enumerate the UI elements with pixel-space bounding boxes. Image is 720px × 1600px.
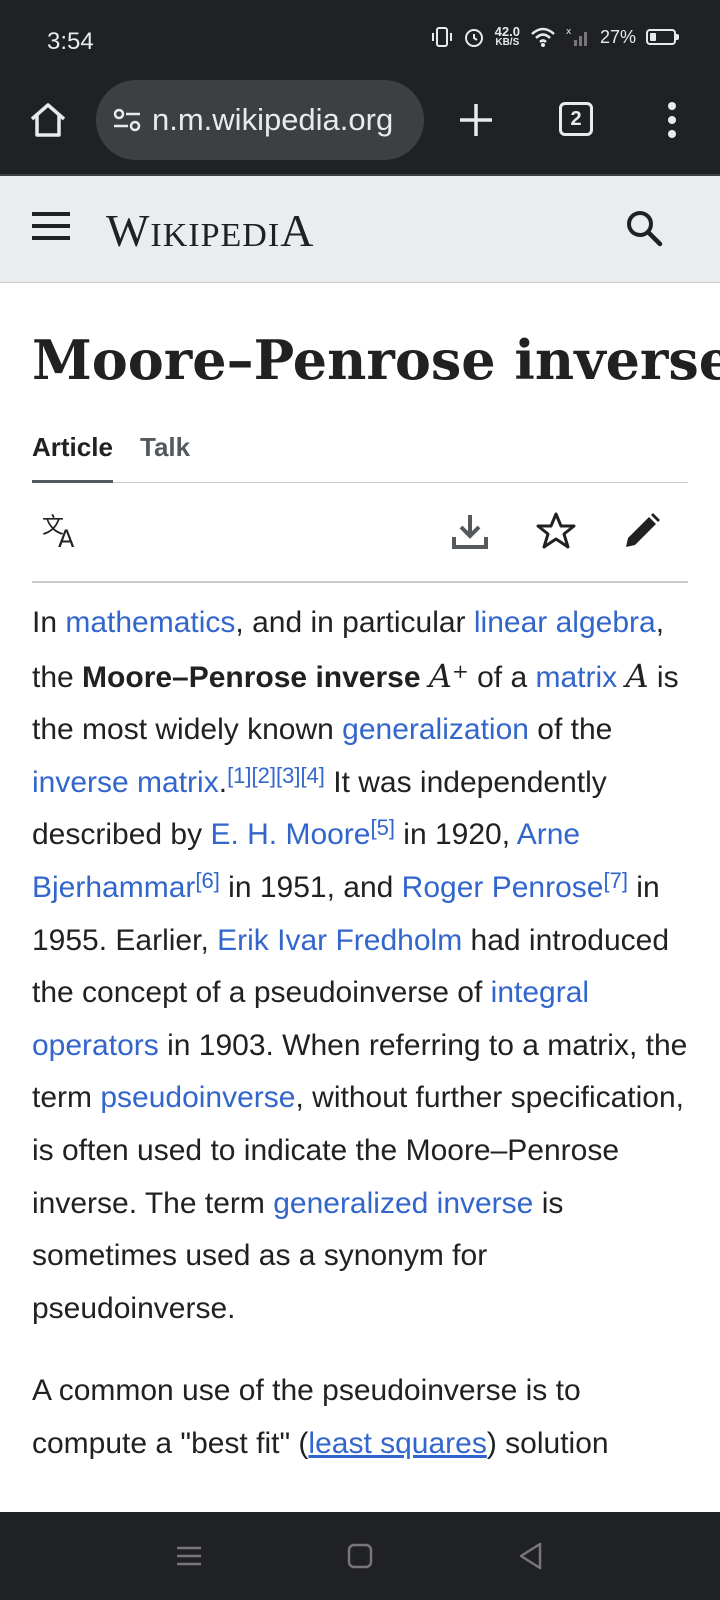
reference-links-1-4[interactable]: [1][2][3][4] xyxy=(227,763,325,788)
link-generalization[interactable]: generalization xyxy=(342,713,529,746)
bold-term: Moore–Penrose inverse xyxy=(82,660,421,694)
link-linear-algebra[interactable]: linear algebra xyxy=(474,606,656,639)
more-options-icon[interactable] xyxy=(662,98,682,142)
link-least-squares[interactable]: least squares xyxy=(308,1427,486,1460)
reference-link-7[interactable]: [7] xyxy=(603,868,627,893)
new-tab-icon[interactable] xyxy=(456,98,496,142)
link-erik-ivar-fredholm[interactable]: Erik Ivar Fredholm xyxy=(217,924,462,957)
math-a-plus: A+ xyxy=(428,656,469,695)
page-tabs: Article Talk xyxy=(32,420,688,483)
tab-article[interactable]: Article xyxy=(32,432,113,483)
browser-toolbar: n.m.wikipedia.org 2 xyxy=(0,80,720,176)
language-icon[interactable]: 文A xyxy=(42,511,82,551)
status-bar: 3:54 42.0 KB/S x 27% xyxy=(0,0,720,80)
paragraph-2: A common use of the pseudoinverse is to … xyxy=(32,1374,609,1460)
clock: 3:54 xyxy=(47,28,94,55)
link-e-h-moore[interactable]: E. H. Moore xyxy=(210,818,370,851)
page-actions: 文A xyxy=(32,483,688,583)
tab-switcher-button[interactable]: 2 xyxy=(559,102,593,136)
link-matrix[interactable]: matrix xyxy=(535,661,617,694)
status-icons: 42.0 KB/S x 27% xyxy=(431,24,679,48)
paragraph-1: In mathematics, and in particular linear… xyxy=(32,606,688,1325)
home-button-icon[interactable] xyxy=(344,1540,376,1572)
alarm-icon xyxy=(464,29,483,47)
site-settings-icon[interactable] xyxy=(112,105,142,135)
link-generalized-inverse[interactable]: generalized inverse xyxy=(273,1187,533,1220)
battery-icon xyxy=(646,29,679,45)
search-icon[interactable] xyxy=(624,208,664,248)
vibrate-icon xyxy=(431,27,452,47)
network-speed: 42.0 KB/S xyxy=(494,24,520,48)
recent-apps-icon[interactable] xyxy=(173,1540,205,1572)
system-nav-bar xyxy=(0,1512,720,1600)
link-inverse-matrix[interactable]: inverse matrix xyxy=(32,766,219,799)
home-icon[interactable] xyxy=(28,100,68,140)
download-icon[interactable] xyxy=(450,511,490,551)
reference-link-5[interactable]: [5] xyxy=(371,815,395,840)
wifi-icon xyxy=(531,27,555,47)
back-icon[interactable] xyxy=(515,1540,547,1572)
battery-percent: 27% xyxy=(599,26,636,47)
link-pseudoinverse[interactable]: pseudoinverse xyxy=(100,1081,295,1114)
edit-pencil-icon[interactable] xyxy=(622,511,662,551)
url-text: n.m.wikipedia.org xyxy=(152,102,394,137)
tab-talk[interactable]: Talk xyxy=(140,432,190,463)
svg-text:A: A xyxy=(58,525,75,551)
article-body: In mathematics, and in particular linear… xyxy=(32,597,692,1501)
math-a: A xyxy=(625,656,649,695)
page-title: Moore–Penrose inverse xyxy=(32,328,720,392)
link-roger-penrose[interactable]: Roger Penrose xyxy=(402,871,604,904)
signal-icon: x xyxy=(566,27,587,46)
watch-star-icon[interactable] xyxy=(536,511,576,551)
wikipedia-header: WIKIPEDIA xyxy=(0,176,720,283)
wikipedia-wordmark[interactable]: WIKIPEDIA xyxy=(106,204,314,257)
reference-link-6[interactable]: [6] xyxy=(195,868,219,893)
address-bar[interactable]: n.m.wikipedia.org xyxy=(96,80,424,160)
svg-text:x: x xyxy=(566,27,572,37)
link-mathematics[interactable]: mathematics xyxy=(65,606,235,639)
battery-level xyxy=(650,33,656,41)
main-menu-icon[interactable] xyxy=(32,209,70,243)
